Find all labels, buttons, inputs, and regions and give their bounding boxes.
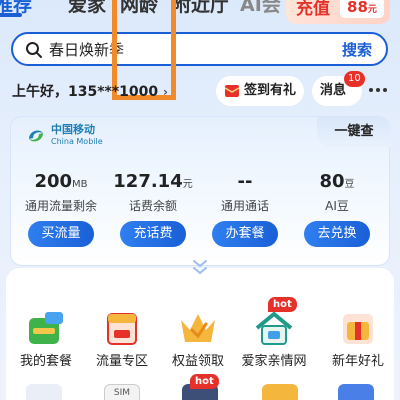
stat-number: 80 [319, 171, 345, 192]
stat-unit: 元 [182, 179, 193, 190]
provider-name: 中国移动 [51, 123, 95, 136]
service-label: 流量专区 [95, 354, 148, 369]
stat-label: 话费余额 [128, 199, 177, 213]
hot-badge: hot [190, 374, 219, 389]
service-my-plan[interactable]: 我的套餐 [6, 308, 86, 372]
promo-price-unit: 元 [367, 5, 377, 15]
folder-icon[interactable] [262, 384, 298, 400]
more-dots-icon[interactable] [368, 86, 388, 94]
stat-ai-beans[interactable]: 80豆 AI豆 [291, 171, 383, 214]
family-home-icon [255, 312, 293, 345]
tab-ai[interactable]: AI会 [240, 0, 281, 20]
stat-unit: MB [72, 179, 88, 190]
apps-icon[interactable] [338, 384, 374, 400]
stat-value: 200MB [15, 171, 107, 196]
tab-nearby-hall-label: 附近厅 [172, 0, 230, 16]
stat-data-remaining[interactable]: 200MB 通用流量剩余 [15, 171, 107, 214]
stat-unit: 豆 [344, 179, 355, 190]
package-icon [29, 312, 63, 344]
subscribe-plan-button[interactable]: 办套餐 [212, 221, 278, 247]
service-label: 新年好礼 [331, 354, 384, 369]
stat-label: 通用通话 [220, 199, 269, 213]
tab-home-label: 爱家 [68, 0, 107, 16]
stat-label: AI豆 [325, 199, 349, 213]
recharge-promo-banner[interactable]: 充值 88元 [286, 0, 390, 24]
hot-badge: hot [268, 297, 297, 312]
messages-count-badge: 10 [344, 71, 365, 87]
tab-home[interactable]: 爱家 [68, 0, 106, 20]
redeem-button[interactable]: 去兑换 [304, 221, 370, 247]
stat-number: 200 [34, 171, 73, 192]
stat-balance[interactable]: 127.14元 话费余额 [107, 171, 199, 214]
tab-nearby-hall[interactable]: 附近厅 [172, 0, 229, 20]
stat-calls[interactable]: -- 通用通话 [199, 171, 291, 214]
device-icon[interactable] [26, 384, 62, 400]
service-label: 我的套餐 [19, 354, 72, 369]
buy-data-button[interactable]: 买流量 [28, 221, 94, 247]
greeting-text: 上午好，135***1000 [12, 84, 159, 100]
signin-label: 签到有礼 [244, 83, 297, 98]
service-family-network[interactable]: 爱家亲情网 [234, 308, 314, 372]
topup-button[interactable]: 充话费 [120, 221, 186, 247]
search-button[interactable]: 搜索 [342, 39, 372, 61]
stat-number: -- [237, 171, 253, 192]
tab-network-age-label: 网龄 [120, 0, 159, 16]
promo-price: 88元 [340, 0, 384, 18]
search-bar[interactable]: 春日焕新季 搜索 [11, 32, 388, 66]
crown-icon [181, 314, 215, 342]
stat-value: 127.14元 [107, 171, 199, 196]
service-benefits[interactable]: 权益领取 [158, 308, 238, 372]
china-mobile-logo-icon [29, 130, 43, 142]
data-zone-icon [107, 313, 137, 345]
user-greeting[interactable]: 上午好，135***1000 › [12, 82, 168, 102]
stat-number: 127.14 [113, 171, 183, 192]
service-label: 权益领取 [171, 354, 224, 369]
tab-ai-label: AI会 [240, 0, 281, 16]
promo-label: 充值 [296, 0, 330, 19]
chevron-right-icon: › [163, 85, 168, 99]
service-data-zone[interactable]: 流量专区 [82, 308, 162, 372]
quick-check-button[interactable]: 一键查 [317, 117, 391, 147]
tab-recommend[interactable]: 推荐 [0, 0, 32, 20]
stat-label: 通用流量剩余 [24, 199, 97, 213]
double-chevron-down-icon[interactable] [190, 258, 210, 276]
provider-name-en: China Mobile [51, 137, 103, 146]
sim-card-icon[interactable]: SIM [104, 384, 140, 400]
stat-value: -- [199, 171, 291, 196]
signin-reward-button[interactable]: 签到有礼 [216, 76, 304, 106]
service-new-year-gift[interactable]: 新年好礼 [318, 308, 398, 372]
messages-label: 消息 [320, 83, 347, 98]
gift-icon [343, 314, 373, 344]
search-icon [26, 42, 42, 58]
tab-active-indicator [0, 13, 22, 17]
service-label: 爱家亲情网 [241, 354, 307, 369]
stat-value: 80豆 [291, 171, 383, 196]
tab-network-age[interactable]: 网龄 [120, 0, 158, 20]
account-overview-card: 中国移动 China Mobile 一键查 200MB 通用流量剩余 127.1… [10, 116, 391, 266]
red-envelope-icon [224, 85, 240, 97]
search-input[interactable]: 春日焕新季 [49, 39, 124, 61]
promo-price-value: 88 [347, 0, 368, 16]
